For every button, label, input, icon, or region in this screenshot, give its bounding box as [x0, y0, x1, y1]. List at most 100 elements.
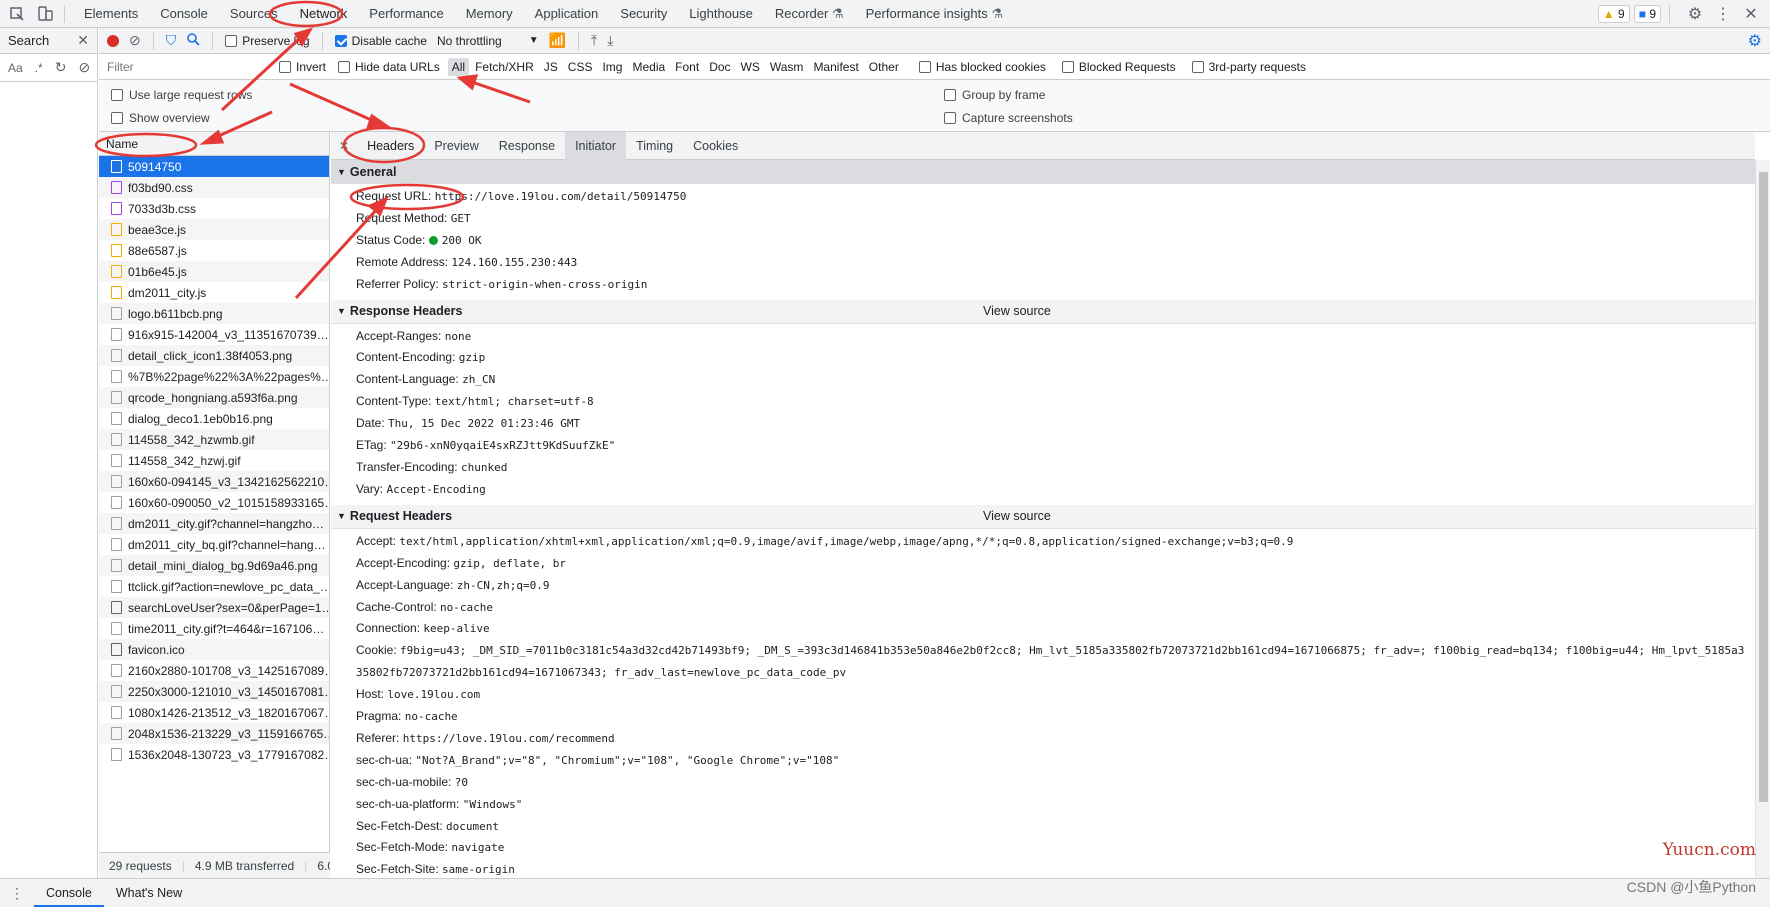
drawer-tab-console[interactable]: Console: [34, 879, 104, 907]
close-icon[interactable]: ✕: [77, 32, 89, 49]
tab-memory[interactable]: Memory: [455, 0, 524, 28]
request-row[interactable]: 2250x3000-121010_v3_1450167081…: [99, 681, 329, 702]
request-row[interactable]: beae3ce.js: [99, 219, 329, 240]
request-row[interactable]: 114558_342_hzwj.gif: [99, 450, 329, 471]
preserve-log-checkbox[interactable]: Preserve log: [225, 34, 310, 48]
request-row[interactable]: time2011_city.gif?t=464&r=167106…: [99, 618, 329, 639]
search-icon[interactable]: [186, 32, 200, 49]
details-tab-preview[interactable]: Preview: [424, 132, 488, 160]
request-row[interactable]: 01b6e45.js: [99, 261, 329, 282]
request-row[interactable]: 50914750: [99, 156, 329, 177]
request-row[interactable]: 7033d3b.css: [99, 198, 329, 219]
filter-type-manifest[interactable]: Manifest: [809, 58, 862, 76]
import-har-icon[interactable]: ⤒: [591, 32, 597, 49]
third-party-checkbox[interactable]: 3rd-party requests: [1191, 60, 1306, 74]
drawer-menu-icon[interactable]: ⋮: [0, 885, 34, 902]
request-row[interactable]: 160x60-094145_v3_1342162562210…: [99, 471, 329, 492]
third-party-box[interactable]: [1191, 60, 1204, 73]
has-blocked-cookies-checkbox[interactable]: Has blocked cookies: [918, 60, 1046, 74]
request-row[interactable]: dm2011_city.gif?channel=hangzho…: [99, 513, 329, 534]
throttling-select[interactable]: No throttling ▼: [437, 34, 539, 48]
device-toolbar-icon[interactable]: [34, 3, 56, 25]
tab-network[interactable]: Network: [289, 0, 359, 28]
request-row[interactable]: f03bd90.css: [99, 177, 329, 198]
group-by-frame-box[interactable]: [944, 89, 956, 101]
request-view-source-link[interactable]: View source: [983, 509, 1051, 523]
filter-type-img[interactable]: Img: [598, 58, 626, 76]
general-section-header[interactable]: ▼ General: [331, 160, 1755, 184]
details-tab-timing[interactable]: Timing: [626, 132, 683, 160]
disable-cache-checkbox[interactable]: Disable cache: [334, 34, 427, 48]
group-by-frame-checkbox[interactable]: Group by frame: [944, 88, 1045, 102]
request-row[interactable]: 916x915-142004_v3_11351670739…: [99, 324, 329, 345]
filter-type-js[interactable]: JS: [540, 58, 562, 76]
hide-data-urls-checkbox[interactable]: Hide data URLs: [338, 60, 440, 74]
request-row[interactable]: dm2011_city_bq.gif?channel=hang…: [99, 534, 329, 555]
request-row[interactable]: ttclick.gif?action=newlove_pc_data_…: [99, 576, 329, 597]
filter-type-css[interactable]: CSS: [564, 58, 597, 76]
request-row[interactable]: 1536x2048-130723_v3_1779167082…: [99, 744, 329, 765]
show-overview-box[interactable]: [111, 112, 123, 124]
hide-data-urls-box[interactable]: [338, 60, 351, 73]
details-tab-initiator[interactable]: Initiator: [565, 132, 627, 160]
filter-input[interactable]: [99, 55, 279, 78]
request-row[interactable]: logo.b611bcb.png: [99, 303, 329, 324]
tab-security[interactable]: Security: [609, 0, 678, 28]
export-har-icon[interactable]: ⤓: [607, 32, 613, 49]
inspect-element-icon[interactable]: [6, 3, 28, 25]
filter-type-font[interactable]: Font: [671, 58, 703, 76]
show-overview-checkbox[interactable]: Show overview: [111, 111, 210, 125]
tab-application[interactable]: Application: [524, 0, 610, 28]
preserve-log-box[interactable]: [225, 34, 238, 47]
search-panel-title[interactable]: Search: [8, 33, 49, 48]
tab-elements[interactable]: Elements: [73, 0, 149, 28]
scrollbar-thumb[interactable]: [1759, 172, 1768, 802]
network-settings-icon[interactable]: ⚙: [1748, 31, 1762, 51]
large-rows-checkbox[interactable]: Use large request rows: [111, 88, 252, 102]
request-headers-section-header[interactable]: ▼ Request Headers View source: [331, 504, 1755, 529]
messages-badge[interactable]: ■ 9: [1633, 4, 1661, 23]
filter-type-doc[interactable]: Doc: [705, 58, 734, 76]
request-row[interactable]: qrcode_hongniang.a593f6a.png: [99, 387, 329, 408]
regex-toggle[interactable]: .*: [35, 61, 43, 75]
request-row[interactable]: detail_click_icon1.38f4053.png: [99, 345, 329, 366]
response-view-source-link[interactable]: View source: [983, 304, 1051, 318]
tab-performance[interactable]: Performance: [358, 0, 454, 28]
has-blocked-cookies-box[interactable]: [918, 60, 931, 73]
more-options-icon[interactable]: ⋮: [1712, 3, 1734, 25]
invert-box[interactable]: [279, 60, 291, 73]
details-scrollbar[interactable]: [1755, 160, 1770, 878]
close-details-icon[interactable]: ✕: [331, 139, 357, 153]
filter-type-ws[interactable]: WS: [737, 58, 764, 76]
details-tab-response[interactable]: Response: [489, 132, 565, 160]
match-case-toggle[interactable]: Aa: [8, 61, 23, 75]
request-row[interactable]: 2048x1536-213229_v3_1159166765…: [99, 723, 329, 744]
close-devtools-icon[interactable]: ✕: [1740, 3, 1762, 25]
refresh-icon[interactable]: ↻: [55, 59, 67, 76]
request-row[interactable]: searchLoveUser?sex=0&perPage=1…: [99, 597, 329, 618]
capture-screenshots-checkbox[interactable]: Capture screenshots: [944, 111, 1073, 125]
request-row[interactable]: 88e6587.js: [99, 240, 329, 261]
disable-cache-box[interactable]: [334, 34, 347, 47]
request-row[interactable]: 114558_342_hzwmb.gif: [99, 429, 329, 450]
request-row[interactable]: dm2011_city.js: [99, 282, 329, 303]
request-row[interactable]: %7B%22page%22%3A%22pages%…: [99, 366, 329, 387]
request-row[interactable]: 160x60-090050_v2_1015158933165…: [99, 492, 329, 513]
name-column-header[interactable]: Name: [99, 132, 329, 156]
large-rows-box[interactable]: [111, 89, 123, 101]
tab-recorder[interactable]: Recorder ⚗: [764, 0, 855, 28]
request-row[interactable]: detail_mini_dialog_bg.9d69a46.png: [99, 555, 329, 576]
clear-icon[interactable]: ⊘: [78, 59, 90, 76]
invert-checkbox[interactable]: Invert: [279, 60, 326, 74]
request-row[interactable]: favicon.ico: [99, 639, 329, 660]
drawer-tab-whats-new[interactable]: What's New: [104, 886, 194, 900]
details-tab-cookies[interactable]: Cookies: [683, 132, 748, 160]
blocked-requests-box[interactable]: [1061, 60, 1074, 73]
filter-type-fetch-xhr[interactable]: Fetch/XHR: [471, 58, 538, 76]
filter-type-media[interactable]: Media: [628, 58, 669, 76]
blocked-requests-checkbox[interactable]: Blocked Requests: [1061, 60, 1176, 74]
tab-performance-insights[interactable]: Performance insights ⚗: [855, 0, 1014, 28]
record-icon[interactable]: [107, 34, 119, 47]
capture-screenshots-box[interactable]: [944, 112, 956, 124]
filter-icon[interactable]: ⛉: [166, 32, 177, 49]
